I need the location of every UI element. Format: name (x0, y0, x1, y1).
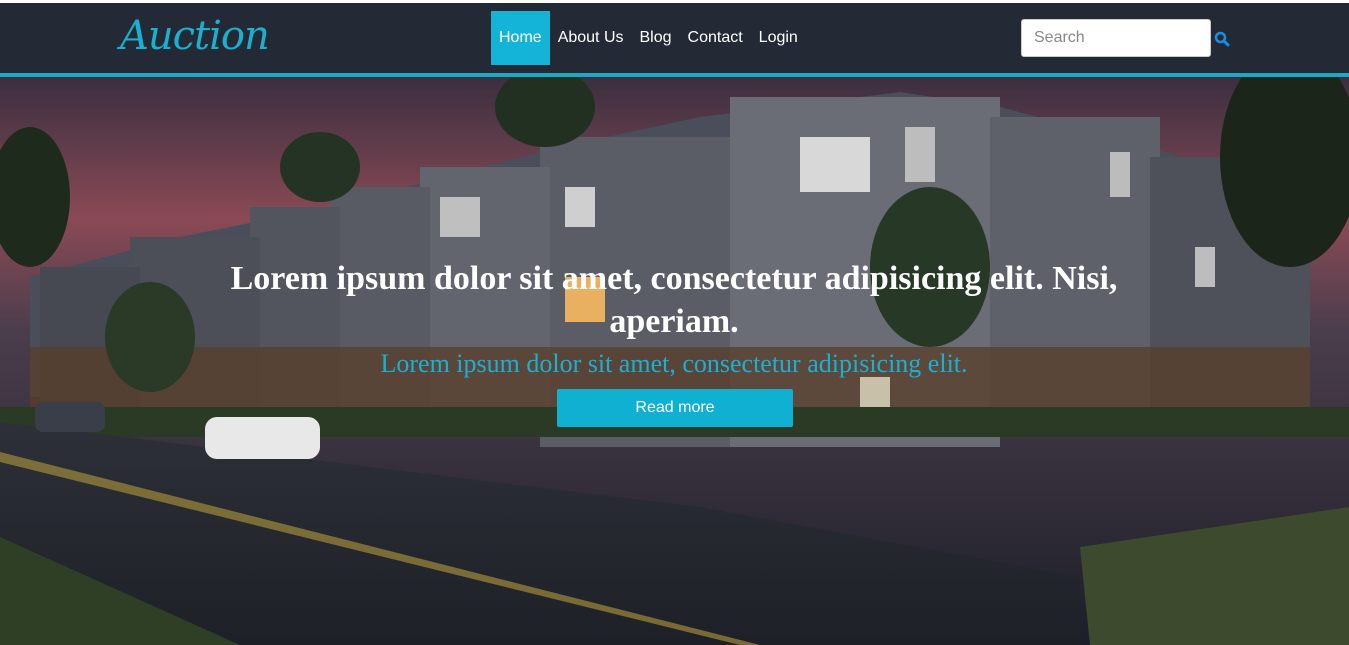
hero-subtitle: Lorem ipsum dolor sit amet, consectetur … (380, 349, 968, 378)
search-icon[interactable] (1214, 31, 1230, 47)
read-more-button[interactable]: Read more (557, 389, 793, 427)
site-logo[interactable]: Auction (120, 13, 270, 59)
main-menu: Home About Us Blog Contact Login (491, 11, 806, 65)
nav-item-contact[interactable]: Contact (680, 11, 751, 65)
nav-item-about-us[interactable]: About Us (550, 11, 632, 65)
nav-item-home[interactable]: Home (491, 11, 550, 65)
top-navbar: Auction Home About Us Blog Contact Login (0, 3, 1349, 73)
hero-title: Lorem ipsum dolor sit amet, consectetur … (230, 260, 1118, 340)
search-input[interactable] (1021, 19, 1211, 57)
nav-item-login[interactable]: Login (751, 11, 806, 65)
nav-item-blog[interactable]: Blog (632, 11, 680, 65)
hero-banner: Lorem ipsum dolor sit amet, consectetur … (0, 77, 1349, 645)
